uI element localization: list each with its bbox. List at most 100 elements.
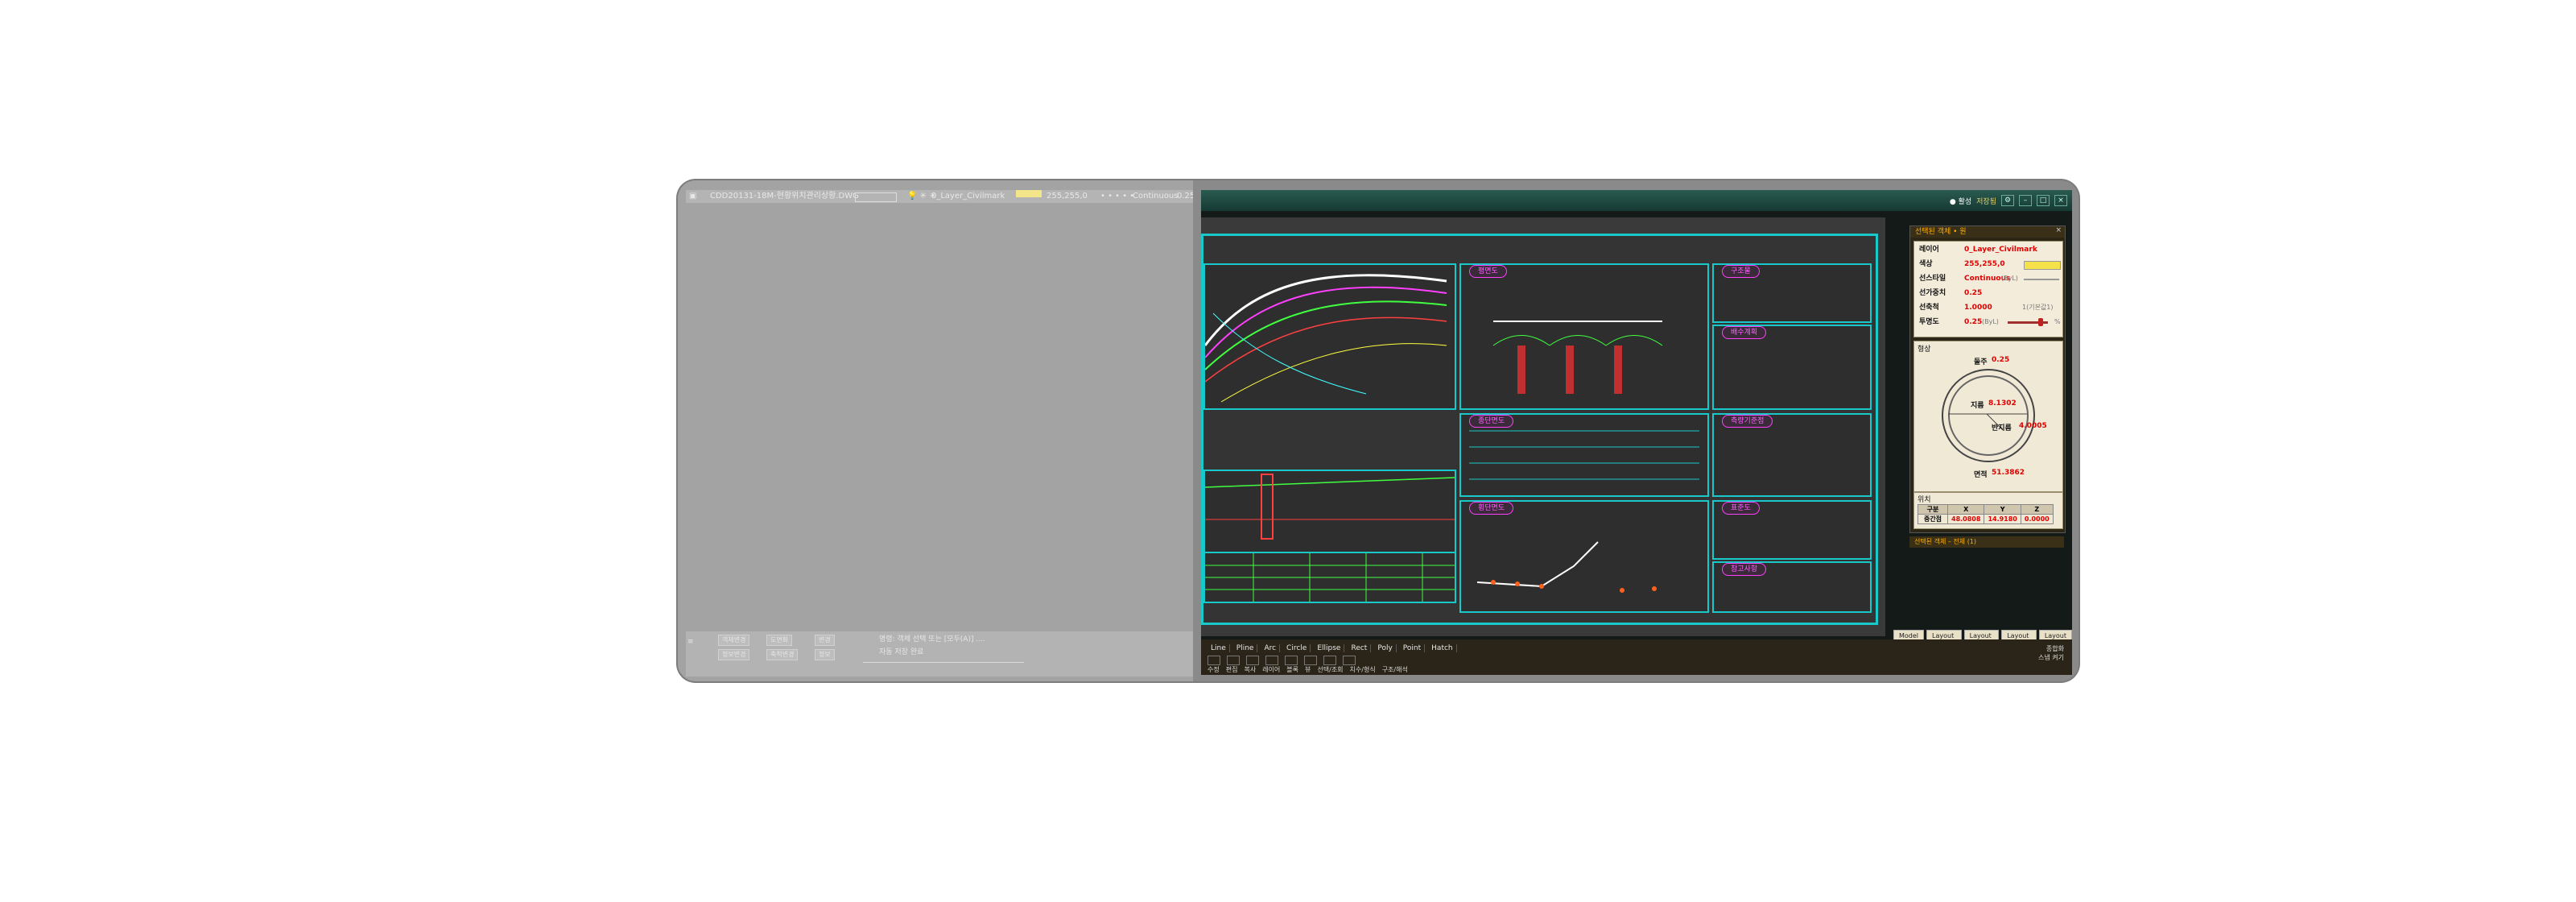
left-btn-2[interactable]: 도면화 <box>766 635 793 646</box>
left-menu-icon: ≡ <box>687 638 694 646</box>
properties-close-button[interactable]: × <box>2055 226 2062 234</box>
profile-drawing <box>1204 474 1455 540</box>
tool-icon-2[interactable] <box>1227 656 1240 665</box>
profile-table <box>1205 553 1455 602</box>
status-right-2[interactable]: 스냅 켜기 <box>2038 653 2064 662</box>
menu-row: 수정 편집 복사 레이어 블록 뷰 선택/조회 치수/형식 구조/해석 <box>1208 665 1408 674</box>
radius-value: 4.0005 <box>2019 422 2047 430</box>
left-btn-4[interactable]: 정보변경 <box>718 649 750 660</box>
loc-header-z: Z <box>2020 504 2054 515</box>
diameter-value: 8.1302 <box>1988 399 2017 408</box>
right-panel-5: 참고사항 <box>1712 561 1872 613</box>
transparency-slider-knob[interactable] <box>2038 318 2043 326</box>
maximize-button[interactable]: □ <box>2037 195 2050 206</box>
left-dimmed-pane: ▣ CDD20131-18M-현황위치관리상황.DWG 💡 ✳ ☀ 0_Laye… <box>678 180 1193 681</box>
prop-row-linetype[interactable]: 선스타일 Continuous (ByL) <box>1919 272 2061 285</box>
left-color: 255,255,0 <box>1046 192 1088 201</box>
prop-row-transparency[interactable]: 투명도 0.25 (ByL) % <box>1919 316 2061 329</box>
color-swatch <box>2024 261 2061 270</box>
radius-label: 반지름 <box>1992 424 2012 432</box>
menu-dimension[interactable]: 치수/형식 <box>1350 665 1376 674</box>
area-label: 면적 <box>1974 471 1988 479</box>
menu-layer[interactable]: 레이어 <box>1262 665 1280 674</box>
cmd-rect[interactable]: Rect <box>1348 644 1372 652</box>
panel-title-5: 배수계획 <box>1722 326 1767 339</box>
cmd-hatch[interactable]: Hatch <box>1428 644 1457 652</box>
prop-value-layer: 0_Layer_Civilmark <box>1964 246 2037 254</box>
menu-modify[interactable]: 수정 <box>1208 665 1220 674</box>
properties-box: 레이어 0_Layer_Civilmark 색상 255,255,0 선스타일 … <box>1913 241 2063 337</box>
properties-header: 선택된 객체 • 원 <box>1910 226 2065 238</box>
left-dots: • • • • • <box>1100 192 1135 201</box>
minimize-button[interactable]: – <box>2019 195 2032 206</box>
prop-row-linescale[interactable]: 선축척 1.0000 1(기본값1) <box>1919 301 2061 314</box>
cmd-pline[interactable]: Pline <box>1233 644 1258 652</box>
cmd-arc[interactable]: Arc <box>1261 644 1281 652</box>
right-panel-1: 구조물 <box>1712 263 1872 323</box>
left-file-title: CDD20131-18M-현황위치관리상황.DWG <box>710 192 859 201</box>
plan-drawing <box>1203 274 1447 403</box>
title-bar: ● 활성 저장됨 ⚙ – □ × <box>1201 190 2072 211</box>
left-btn-1[interactable]: 객체변경 <box>718 635 750 646</box>
profile-panel <box>1203 470 1456 553</box>
left-property-strip: ▣ CDD20131-18M-현황위치관리상황.DWG 💡 ✳ ☀ 0_Laye… <box>686 190 1193 203</box>
tool-icon-8[interactable] <box>1343 656 1356 665</box>
tool-icon-1[interactable] <box>1208 656 1220 665</box>
left-divider <box>863 662 1024 663</box>
left-btn-5[interactable]: 축척변경 <box>766 649 799 660</box>
left-btn-3[interactable]: 변경 <box>815 635 835 646</box>
prop-label-lineweight: 선가중치 <box>1919 289 1946 297</box>
prop-row-color[interactable]: 색상 255,255,0 <box>1919 258 2061 271</box>
panel-title-2: 종단면도 <box>1469 415 1514 428</box>
left-combo[interactable] <box>855 192 897 202</box>
file-icon: ▣ <box>689 192 697 201</box>
shape-box: 형상 둘주 0.25 지름 8.1302 반지름 4.0005 면적 51.38… <box>1913 341 2063 492</box>
loc-row-y: 14.9180 <box>1984 514 2021 524</box>
cmd-line[interactable]: Line <box>1208 644 1230 652</box>
loc-header-y: Y <box>1984 504 2021 515</box>
circle-dimension-lines <box>1948 413 2027 431</box>
left-btn-6[interactable]: 정보 <box>815 649 835 660</box>
location-table: 구분 X Y Z 중간점 48.0808 14.9180 0.0000 <box>1918 504 2054 524</box>
menu-select[interactable]: 선택/조회 <box>1317 665 1343 674</box>
panel-title-8: 참고사항 <box>1722 563 1767 576</box>
tool-icons <box>1208 656 1356 665</box>
menu-structure[interactable]: 구조/해석 <box>1382 665 1408 674</box>
tool-icon-5[interactable] <box>1285 656 1298 665</box>
drawing-canvas[interactable]: 평면도 종단면도 횡단면도 구조물 배수계획 측량기준점 표준도 참고사항 <box>1201 217 1885 636</box>
status-right: 종합화 스냅 켜기 <box>2038 644 2064 662</box>
tool-icon-6[interactable] <box>1304 656 1317 665</box>
tool-icon-4[interactable] <box>1265 656 1278 665</box>
menu-block[interactable]: 블록 <box>1286 665 1298 674</box>
cmd-ellipse[interactable]: Ellipse <box>1314 644 1345 652</box>
menu-edit[interactable]: 편집 <box>1226 665 1238 674</box>
table-row: 구분 X Y Z <box>1918 504 2054 515</box>
prop-value-lineweight: 0.25 <box>1964 289 1983 297</box>
cmd-point[interactable]: Point <box>1400 644 1426 652</box>
diameter-label: 지름 <box>1971 402 1984 410</box>
profile-table-panel <box>1203 552 1456 603</box>
command-bar: Line Pline Arc Circle Ellipse Rect Poly … <box>1201 639 2072 675</box>
settings-icon[interactable]: ⚙ <box>2001 195 2014 206</box>
draw-commands: Line Pline Arc Circle Ellipse Rect Poly … <box>1208 644 1457 652</box>
panel-title-4: 구조물 <box>1722 265 1760 278</box>
cmd-poly[interactable]: Poly <box>1374 644 1397 652</box>
menu-view[interactable]: 뷰 <box>1305 665 1311 674</box>
status-saved: 저장됨 <box>1976 197 1996 206</box>
right-panel-3: 측량기준점 <box>1712 413 1872 497</box>
cad-app: ● 활성 저장됨 ⚙ – □ × 평면도 종단면도 횡단면도 구조물 배수계획 … <box>1201 190 2073 675</box>
right-panel-2: 배수계획 <box>1712 325 1872 410</box>
status-right-1[interactable]: 종합화 <box>2038 644 2064 653</box>
loc-row-z: 0.0000 <box>2020 514 2054 524</box>
tool-icon-7[interactable] <box>1323 656 1336 665</box>
prop-value-color: 255,255,0 <box>1964 260 2005 268</box>
menu-copy[interactable]: 복사 <box>1244 665 1256 674</box>
left-linetype: Continuous <box>1133 192 1179 201</box>
prop-label-color: 색상 <box>1919 260 1933 268</box>
left-linetype-scale: 0.25 <box>1177 192 1193 201</box>
structure-panel: 평면도 <box>1459 263 1709 410</box>
cmd-circle[interactable]: Circle <box>1283 644 1311 652</box>
tool-icon-3[interactable] <box>1246 656 1259 665</box>
properties-footer: 선택된 객체 – 전체 (1) <box>1909 536 2064 548</box>
close-button[interactable]: × <box>2054 195 2067 206</box>
